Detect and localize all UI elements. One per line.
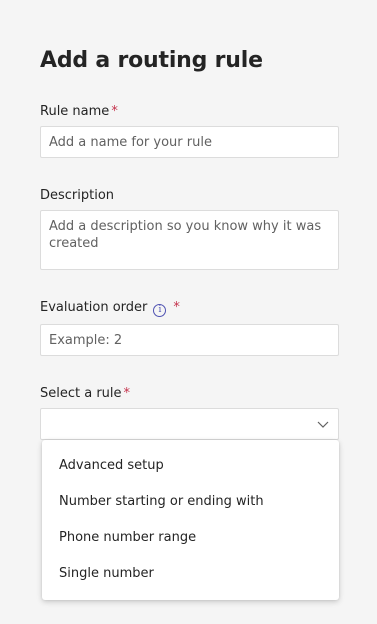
rule-name-label-text: Rule name <box>40 104 110 119</box>
description-textarea[interactable]: Add a description so you know why it was… <box>40 210 339 270</box>
required-asterisk: * <box>123 386 131 401</box>
rule-name-label: Rule name * <box>40 104 118 119</box>
info-icon[interactable]: i <box>153 304 167 317</box>
description-label: Description <box>40 188 115 203</box>
evaluation-order-label-text: Evaluation order <box>40 300 148 315</box>
option-phone-number-range[interactable]: Phone number range <box>42 520 339 556</box>
required-asterisk: * <box>111 104 118 119</box>
select-rule-options-list: Advanced setup Number starting or ending… <box>42 440 339 600</box>
required-asterisk: * <box>173 300 180 315</box>
option-single-number[interactable]: Single number <box>42 556 339 592</box>
rule-name-placeholder: Add a name for your rule <box>49 135 212 150</box>
page-title: Add a routing rule <box>40 48 263 73</box>
form-panel: Add a routing rule Rule name * Add a name… <box>20 0 377 624</box>
select-rule-dropdown[interactable] <box>40 408 339 440</box>
option-advanced-setup[interactable]: Advanced setup <box>42 448 339 484</box>
select-rule-label-text: Select a rule <box>40 386 122 401</box>
rule-name-input[interactable]: Add a name for your rule <box>40 126 339 158</box>
chevron-down-icon <box>317 421 329 428</box>
option-number-starting-ending[interactable]: Number starting or ending with <box>42 484 339 520</box>
evaluation-order-placeholder: Example: 2 <box>49 333 123 348</box>
select-rule-label: Select a rule * <box>40 386 130 401</box>
evaluation-order-label: Evaluation order i * <box>40 300 180 317</box>
evaluation-order-input[interactable]: Example: 2 <box>40 324 339 356</box>
description-placeholder: Add a description so you know why it was… <box>49 219 322 251</box>
